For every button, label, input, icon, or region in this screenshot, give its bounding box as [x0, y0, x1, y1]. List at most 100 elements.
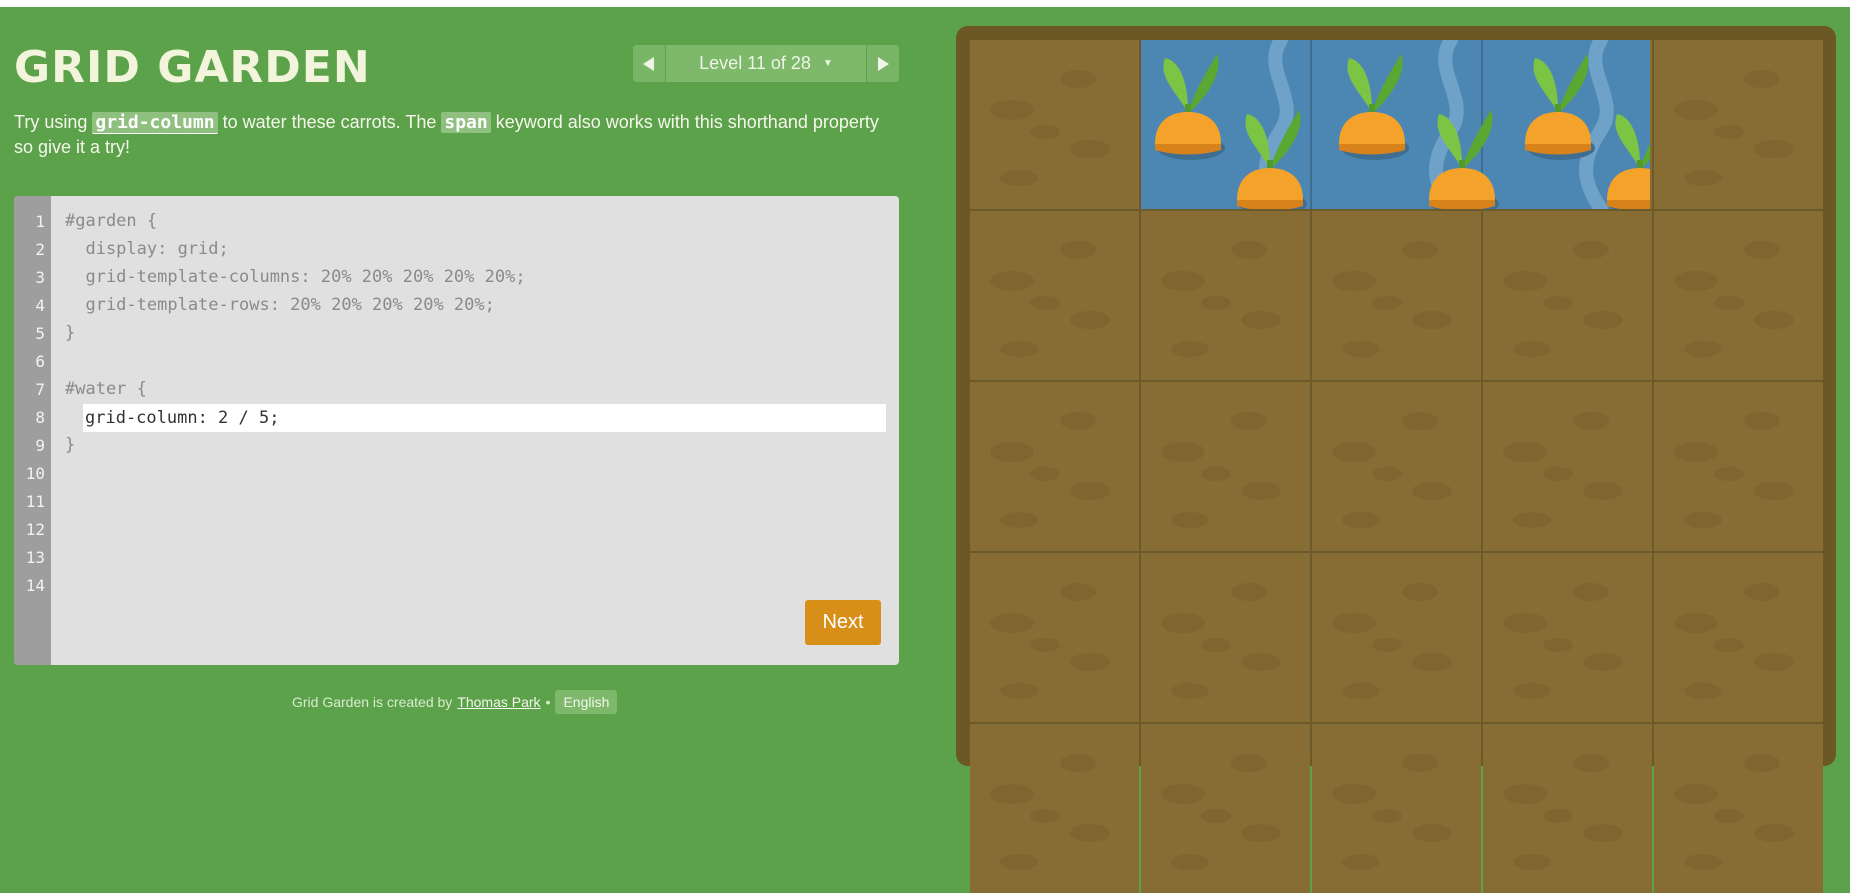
top-bar — [0, 0, 1850, 7]
soil-plot — [1483, 382, 1652, 551]
code-line: display: grid; — [65, 239, 229, 259]
level-label: Level 11 of 28 — [699, 53, 811, 73]
soil-spot — [1583, 482, 1623, 500]
soil-spot — [1583, 824, 1623, 842]
line-number-gutter: 1 2 3 4 5 6 7 8 9 10 11 12 13 14 — [14, 196, 51, 665]
line-number: 9 — [35, 436, 45, 455]
soil-spot — [1744, 754, 1780, 772]
css-input-field[interactable] — [83, 404, 886, 432]
soil-spot — [1171, 854, 1209, 870]
carrot — [1155, 54, 1225, 160]
soil-spot — [1744, 583, 1780, 601]
soil-spot — [1070, 311, 1110, 329]
soil-spot — [1674, 100, 1718, 120]
soil-spot — [1030, 467, 1060, 481]
soil-spot — [1674, 784, 1718, 804]
instructions-text: to water these carrots. The — [217, 112, 442, 132]
line-number: 5 — [35, 324, 45, 343]
caret-down-icon: ▼ — [822, 58, 833, 69]
carrot — [1429, 110, 1499, 209]
soil-spot — [1372, 638, 1402, 652]
code-line: grid-template-columns: 20% 20% 20% 20% 2… — [65, 267, 526, 287]
soil-spot — [1171, 341, 1209, 357]
next-level-button[interactable] — [866, 45, 899, 82]
soil-plot — [970, 211, 1139, 380]
soil-spot — [1513, 683, 1551, 699]
soil-spot — [1161, 784, 1205, 804]
soil-spot — [1543, 296, 1573, 310]
language-selector[interactable]: English — [555, 690, 618, 714]
soil-plot — [1141, 724, 1310, 893]
line-number: 1 — [35, 212, 45, 231]
soil-spot — [1674, 271, 1718, 291]
soil-plot — [1654, 553, 1823, 722]
soil-spot — [990, 613, 1034, 633]
soil-spot — [990, 271, 1034, 291]
soil-spot — [1714, 638, 1744, 652]
soil-spot — [1754, 824, 1794, 842]
soil-spot — [1201, 809, 1231, 823]
soil-plot — [1141, 211, 1310, 380]
carrot — [1607, 114, 1650, 209]
footer: Grid Garden is created by Thomas Park • … — [292, 690, 618, 714]
soil-spot — [1231, 583, 1267, 601]
soil-spot — [1201, 638, 1231, 652]
soil-plot — [1654, 724, 1823, 893]
soil-spot — [1030, 296, 1060, 310]
soil-plot — [1654, 382, 1823, 551]
soil-spot — [1412, 311, 1452, 329]
level-indicator[interactable]: Level 11 of 28 ▼ — [666, 45, 866, 82]
soil-spot — [1372, 467, 1402, 481]
soil-spot — [1060, 412, 1096, 430]
soil-spot — [1503, 613, 1547, 633]
soil-spot — [1583, 311, 1623, 329]
soil-spot — [990, 100, 1034, 120]
author-link[interactable]: Thomas Park — [457, 694, 540, 710]
line-number: 7 — [35, 380, 45, 399]
level-navigation: Level 11 of 28 ▼ — [633, 45, 899, 82]
soil-spot — [1201, 296, 1231, 310]
code-term-grid-column[interactable]: grid-column — [92, 112, 218, 134]
carrot — [1339, 54, 1409, 160]
soil-spot — [1342, 683, 1380, 699]
water-divider — [1310, 40, 1312, 209]
soil-plot — [1141, 382, 1310, 551]
soil-plot — [1141, 553, 1310, 722]
soil-spot — [1402, 583, 1438, 601]
soil-spot — [1754, 482, 1794, 500]
line-number: 6 — [35, 352, 45, 371]
soil-plot — [970, 382, 1139, 551]
soil-plot — [1312, 553, 1481, 722]
garden-board — [956, 26, 1836, 893]
soil-spot — [1754, 653, 1794, 671]
soil-spot — [1000, 854, 1038, 870]
soil-spot — [1513, 854, 1551, 870]
soil-spot — [1714, 296, 1744, 310]
soil-spot — [1342, 341, 1380, 357]
soil-spot — [1332, 271, 1376, 291]
soil-spot — [1231, 241, 1267, 259]
next-button[interactable]: Next — [805, 600, 881, 645]
soil-spot — [1070, 653, 1110, 671]
soil-spot — [1332, 613, 1376, 633]
soil-spot — [1161, 271, 1205, 291]
soil-spot — [1070, 824, 1110, 842]
soil-spot — [1684, 170, 1722, 186]
soil-spot — [990, 784, 1034, 804]
css-editor: 1 2 3 4 5 6 7 8 9 10 11 12 13 14 #garden… — [14, 196, 899, 665]
soil-spot — [1231, 412, 1267, 430]
soil-spot — [1573, 241, 1609, 259]
soil-spot — [1684, 512, 1722, 528]
soil-spot — [1000, 683, 1038, 699]
soil-spot — [1332, 784, 1376, 804]
line-number: 14 — [25, 576, 45, 595]
soil-spot — [1070, 482, 1110, 500]
soil-plot — [1483, 553, 1652, 722]
arrow-left-icon — [643, 56, 654, 71]
soil-spot — [1503, 784, 1547, 804]
soil-spot — [1754, 311, 1794, 329]
soil-spot — [1060, 70, 1096, 88]
previous-level-button[interactable] — [633, 45, 666, 82]
soil-spot — [1684, 341, 1722, 357]
soil-spot — [1754, 140, 1794, 158]
